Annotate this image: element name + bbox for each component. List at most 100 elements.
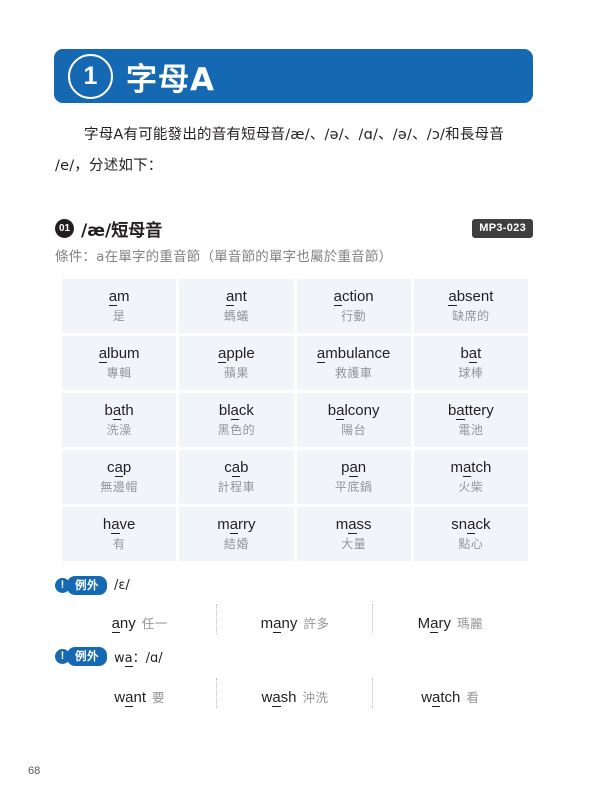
exception-word-english: watch — [421, 688, 461, 707]
word-english: snack — [451, 515, 491, 534]
word-cell: ant 螞蟻 — [179, 279, 294, 333]
word-cell: cap 無邊帽 — [62, 450, 177, 504]
exception-word-english: want — [114, 688, 146, 707]
word-english: cap — [107, 458, 132, 477]
exception-word-item: wash 沖洗 — [216, 677, 372, 708]
word-english: mass — [335, 515, 372, 534]
word-english: pan — [341, 458, 367, 477]
word-cell: mass 大量 — [296, 507, 411, 561]
exception-word-item: want 要 — [62, 687, 217, 707]
intro-line-2: /e/，分述如下： — [55, 158, 163, 174]
word-english: apple — [218, 344, 255, 363]
word-chinese: 平底鍋 — [334, 480, 373, 495]
word-english: marry — [217, 515, 256, 534]
word-cell: have 有 — [62, 507, 177, 561]
mp3-audio-badge[interactable]: MP3-023 — [472, 219, 533, 238]
word-cell: pan 平底鍋 — [296, 450, 411, 504]
word-english: absent — [448, 287, 494, 306]
word-chinese: 大量 — [341, 537, 367, 552]
word-chinese: 洗澡 — [106, 423, 132, 438]
word-chinese: 點心 — [458, 537, 484, 552]
word-cell: battery 電池 — [413, 393, 528, 447]
word-chinese: 電池 — [458, 423, 484, 438]
section-header: 01 /æ/短母音 MP3-023 — [55, 216, 533, 241]
intro-paragraph: 字母A有可能發出的音有短母音/æ/、/ə/、/ɑ/、/ə/、/ɔ/和長母音 /e… — [55, 120, 533, 182]
word-cell: bat 球棒 — [413, 336, 528, 390]
exception-word-english: wash — [261, 688, 297, 707]
word-english: ambulance — [316, 344, 391, 363]
word-cell: apple 蘋果 — [179, 336, 294, 390]
exception-header-1: ! 例外 /ɛ/ — [55, 575, 130, 595]
section-title: /æ/短母音 — [81, 221, 163, 241]
exception-word-chinese: 瑪麗 — [456, 615, 483, 631]
word-english: action — [333, 287, 374, 306]
exception-word-chinese: 許多 — [303, 615, 330, 631]
word-chinese: 專輯 — [106, 366, 132, 381]
word-english: ant — [225, 287, 247, 306]
word-chinese: 計程車 — [217, 480, 256, 495]
word-chinese: 行動 — [341, 309, 367, 324]
word-english: balcony — [327, 401, 380, 420]
word-english: bat — [460, 344, 482, 363]
exception-ipa: wa：/ɑ/ — [114, 650, 163, 667]
exception-word-row-2: want 要 wash 沖洗 watch 看 — [62, 677, 528, 714]
word-chinese: 無邊帽 — [100, 480, 138, 495]
exception-word-row-1: any 任一 many 許多 Mary 瑪麗 — [62, 603, 528, 640]
exception-word-chinese: 看 — [466, 689, 480, 705]
word-chinese: 結婚 — [223, 537, 249, 552]
word-chinese: 球棒 — [458, 366, 484, 381]
exception-word-english: many — [260, 614, 298, 633]
intro-line-1: 字母A有可能發出的音有短母音/æ/、/ə/、/ɑ/、/ə/、/ɔ/和長母音 — [84, 127, 504, 143]
exception-word-item: Mary 瑪麗 — [371, 603, 528, 634]
word-chinese: 救護車 — [334, 366, 373, 381]
word-grid: am 是 ant 螞蟻 action 行動 absent 缺席的 album 專輯 apple 蘋果 a… — [62, 279, 528, 561]
word-cell: black 黑色的 — [179, 393, 294, 447]
chapter-number: 1 — [83, 61, 98, 90]
word-chinese: 蘋果 — [223, 366, 249, 381]
section-number-badge: 01 — [55, 219, 74, 238]
word-cell: marry 結婚 — [179, 507, 294, 561]
word-english: bath — [104, 401, 134, 420]
exception-label: 例外 — [67, 575, 107, 595]
word-chinese: 有 — [112, 537, 126, 552]
word-chinese: 陽台 — [341, 423, 367, 438]
word-chinese: 螞蟻 — [223, 309, 249, 324]
page-canvas: 1 字母A 字母A有可能發出的音有短母音/æ/、/ə/、/ɑ/、/ə/、/ɔ/和… — [0, 0, 591, 800]
word-chinese: 是 — [112, 309, 126, 324]
exception-header-2: ! 例外 wa：/ɑ/ — [55, 646, 163, 667]
section-condition-text: 條件：a在單字的重音節（單音節的單字也屬於重音節） — [55, 249, 393, 265]
word-english: have — [102, 515, 136, 534]
word-cell: action 行動 — [296, 279, 411, 333]
word-english: black — [218, 401, 254, 420]
word-cell: snack 點心 — [413, 507, 528, 561]
word-english: battery — [447, 401, 494, 420]
word-english: cab — [224, 458, 249, 477]
word-english: match — [450, 458, 492, 477]
chapter-header-bar: 1 字母A — [54, 49, 533, 103]
word-cell: bath 洗澡 — [62, 393, 177, 447]
word-cell: match 火柴 — [413, 450, 528, 504]
word-english: album — [98, 344, 140, 363]
exception-word-item: any 任一 — [62, 613, 217, 633]
exception-word-chinese: 沖洗 — [302, 689, 329, 705]
page-number: 68 — [28, 765, 41, 777]
exception-word-chinese: 要 — [152, 689, 166, 705]
chapter-number-badge: 1 — [68, 53, 113, 99]
chapter-title: 字母A — [126, 61, 215, 98]
word-cell: am 是 — [62, 279, 177, 333]
word-cell: ambulance 救護車 — [296, 336, 411, 390]
word-english: am — [108, 287, 130, 306]
exception-word-item: many 許多 — [216, 603, 372, 634]
exception-word-item: watch 看 — [371, 677, 528, 708]
word-chinese: 缺席的 — [452, 309, 490, 324]
exception-ipa: /ɛ/ — [114, 577, 130, 593]
exception-label: 例外 — [67, 646, 107, 666]
exception-word-chinese: 任一 — [141, 615, 168, 631]
word-chinese: 火柴 — [458, 480, 484, 495]
word-chinese: 黑色的 — [217, 423, 256, 438]
word-cell: absent 缺席的 — [413, 279, 528, 333]
word-cell: cab 計程車 — [179, 450, 294, 504]
exception-word-english: Mary — [417, 614, 451, 633]
word-cell: album 專輯 — [62, 336, 177, 390]
exception-word-english: any — [111, 614, 136, 633]
